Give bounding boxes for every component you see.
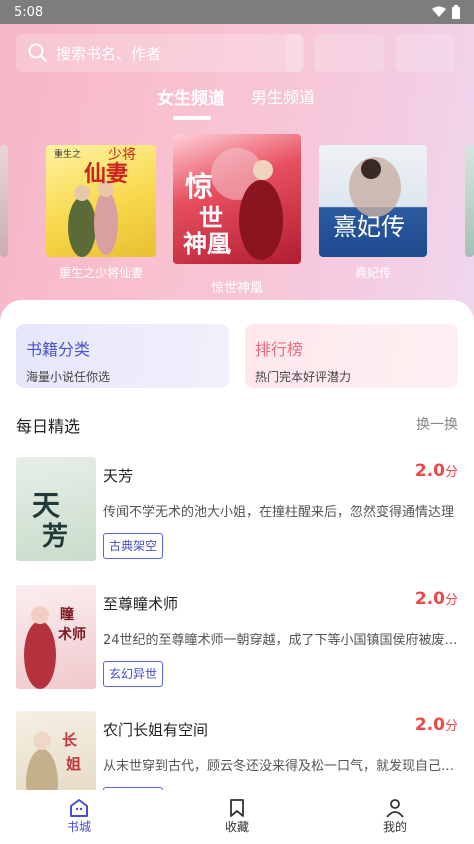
- user-icon: [386, 799, 404, 818]
- tab-male[interactable]: 男生频道: [251, 84, 315, 108]
- category-entry-title: 书籍分类: [26, 340, 91, 359]
- tab-female[interactable]: 女生频道: [157, 84, 225, 109]
- item-description: 24世纪的至尊瞳术师一朝穿越，成了下等小国镇国侯府被废弃的嫡女: [103, 633, 458, 648]
- channel-tabs: 女生频道 男生频道: [0, 84, 474, 124]
- wifi-icon: [432, 6, 446, 17]
- search-ghost-block: [286, 34, 304, 72]
- category-entry-button[interactable]: 书籍分类 海量小说任你选: [16, 324, 229, 388]
- nav-label: 我的: [382, 820, 407, 834]
- battery-icon: [452, 5, 460, 19]
- search-placeholder: 搜索书名、作者: [56, 44, 162, 63]
- item-description: 从末世穿到古代，顾云冬还没来得及松一口气，就发现自己多了一个家: [103, 759, 458, 774]
- list-item[interactable]: 天 芳 天芳 2.0分 传闻不学无术的池大小姐，在撞柱醒来后，忽然变得通情达理 …: [16, 457, 458, 561]
- book-cover-art: 仙妻 重生之 少将: [54, 147, 136, 257]
- carousel-book-title: 重生之少将仙妻: [58, 266, 143, 280]
- carousel-book[interactable]: [0, 145, 8, 257]
- nav-label: 书城: [66, 820, 91, 834]
- status-time: 5:08: [14, 4, 44, 20]
- nav-bookstore[interactable]: 书城: [0, 790, 158, 844]
- svg-text:世: 世: [199, 203, 223, 232]
- svg-text:少将: 少将: [108, 147, 136, 163]
- svg-text:术师: 术师: [58, 626, 86, 643]
- svg-text:仙妻: 仙妻: [84, 161, 128, 187]
- carousel-book[interactable]: 熹妃传: [319, 145, 427, 257]
- search-icon: [28, 43, 47, 62]
- item-score: 2.0分: [414, 715, 458, 735]
- list-item[interactable]: 长 姐 农门长姐有空间 2.0分 从末世穿到古代，顾云冬还没来得及松一口气，就发…: [16, 711, 458, 790]
- book-cover-art: 瞳 术师: [24, 606, 86, 689]
- refresh-button[interactable]: 换一换: [416, 414, 458, 434]
- list-item[interactable]: 瞳 术师 至尊瞳术师 2.0分 24世纪的至尊瞳术师一朝穿越，成了下等小国镇国侯…: [16, 585, 458, 689]
- item-tag[interactable]: 古典架空: [103, 533, 164, 559]
- svg-text:瞳: 瞳: [60, 606, 74, 623]
- svg-text:长: 长: [62, 731, 78, 749]
- svg-text:熹妃传: 熹妃传: [333, 213, 405, 241]
- item-score: 2.0分: [414, 461, 458, 481]
- status-bar: 5:08: [0, 0, 474, 24]
- tab-underline: [173, 116, 211, 120]
- svg-text:惊: 惊: [185, 170, 213, 203]
- book-cover: 长 姐: [16, 711, 96, 790]
- carousel-book-featured[interactable]: 惊 世 神凰: [173, 134, 301, 264]
- item-title: 农门长姐有空间: [103, 721, 209, 739]
- ranking-entry-subtitle: 热门完本好评潜力: [255, 370, 352, 384]
- search-ghost-block: [396, 34, 454, 72]
- nav-favorites[interactable]: 收藏: [158, 790, 316, 844]
- book-cover-art: 长 姐: [26, 731, 81, 790]
- ranking-entry-button[interactable]: 排行榜 热门完本好评潜力: [245, 324, 458, 388]
- item-title: 天芳: [103, 467, 134, 485]
- item-score: 2.0分: [414, 589, 458, 609]
- nav-label: 收藏: [224, 820, 249, 834]
- book-cover-art: 惊 世 神凰: [183, 148, 283, 260]
- svg-text:重生之: 重生之: [54, 148, 81, 160]
- book-cover-art: 熹妃传: [333, 157, 405, 241]
- item-description: 传闻不学无术的池大小姐，在撞柱醒来后，忽然变得通情达理: [103, 505, 455, 520]
- search-ghost-block: [314, 34, 384, 72]
- ranking-entry-title: 排行榜: [255, 340, 304, 359]
- svg-text:天: 天: [32, 489, 60, 522]
- bookmark-icon: [230, 799, 244, 817]
- svg-text:姐: 姐: [66, 755, 81, 773]
- book-cover: 天 芳: [16, 457, 96, 561]
- nav-profile[interactable]: 我的: [316, 790, 474, 844]
- svg-text:芳: 芳: [42, 522, 68, 552]
- carousel-book[interactable]: 仙妻 重生之 少将: [46, 145, 156, 257]
- book-cover-art: 天 芳: [32, 489, 68, 552]
- search-input[interactable]: 搜索书名、作者: [16, 34, 302, 72]
- category-entry-subtitle: 海量小说任你选: [26, 370, 111, 384]
- carousel-book[interactable]: [465, 145, 474, 257]
- book-cover: 瞳 术师: [16, 585, 96, 689]
- item-tag[interactable]: 玄幻异世: [103, 661, 164, 687]
- carousel-book-title: 惊世神凰: [210, 281, 263, 296]
- carousel-book-title: 熹妃传: [354, 266, 391, 280]
- item-title: 至尊瞳术师: [103, 595, 179, 613]
- section-title: 每日精选: [16, 417, 81, 436]
- bottom-navigation: 书城 收藏 我的: [0, 790, 474, 844]
- svg-text:神凰: 神凰: [183, 229, 231, 258]
- home-icon: [70, 799, 88, 817]
